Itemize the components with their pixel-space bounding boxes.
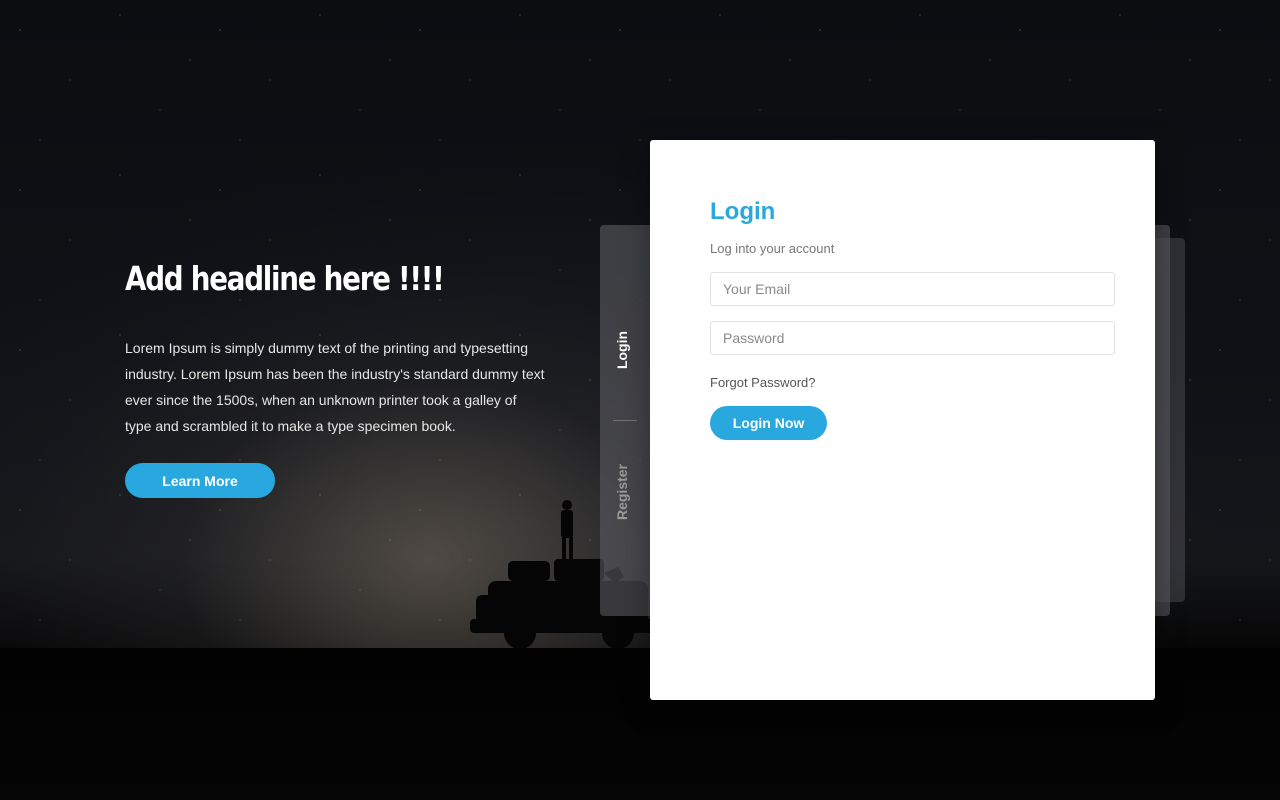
tab-login-label: Login [613, 330, 630, 370]
learn-more-button[interactable]: Learn More [125, 463, 275, 498]
hero-description: Lorem Ipsum is simply dummy text of the … [125, 340, 545, 434]
hero-headline: Add headline here !!!! [125, 259, 445, 298]
password-field[interactable] [710, 321, 1115, 355]
login-card: Login Log into your account Forgot Passw… [650, 140, 1155, 700]
login-now-button[interactable]: Login Now [710, 406, 827, 440]
tab-register-label: Register [614, 463, 630, 521]
tab-login[interactable]: Login [600, 310, 644, 390]
login-title: Login [710, 198, 776, 225]
hero-section: Add headline here !!!! Lorem Ipsum is si… [125, 255, 555, 498]
tab-register[interactable]: Register [600, 450, 644, 534]
tab-divider [613, 420, 637, 421]
email-field[interactable] [710, 272, 1115, 306]
login-subtitle: Log into your account [710, 241, 835, 256]
forgot-password-link[interactable]: Forgot Password? [710, 375, 816, 390]
